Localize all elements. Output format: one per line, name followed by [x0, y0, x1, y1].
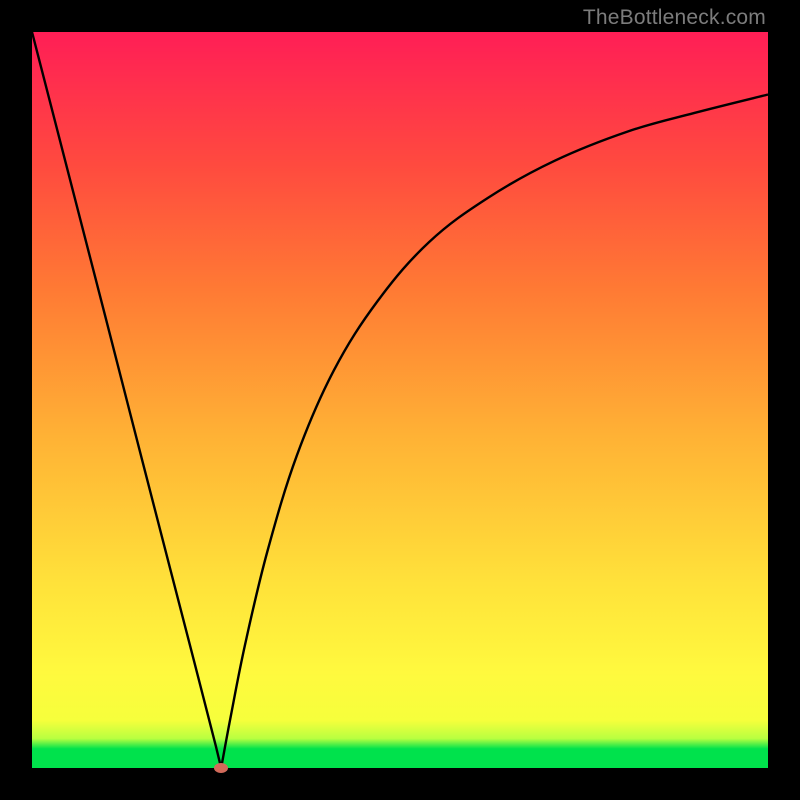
- attribution-text: TheBottleneck.com: [583, 6, 766, 30]
- chart-frame: TheBottleneck.com: [0, 0, 800, 800]
- curve-right-segment: [221, 95, 768, 768]
- optimal-point-marker: [214, 763, 228, 773]
- bottleneck-curve: [32, 32, 768, 768]
- curve-left-segment: [32, 32, 221, 768]
- plot-area: [32, 32, 768, 768]
